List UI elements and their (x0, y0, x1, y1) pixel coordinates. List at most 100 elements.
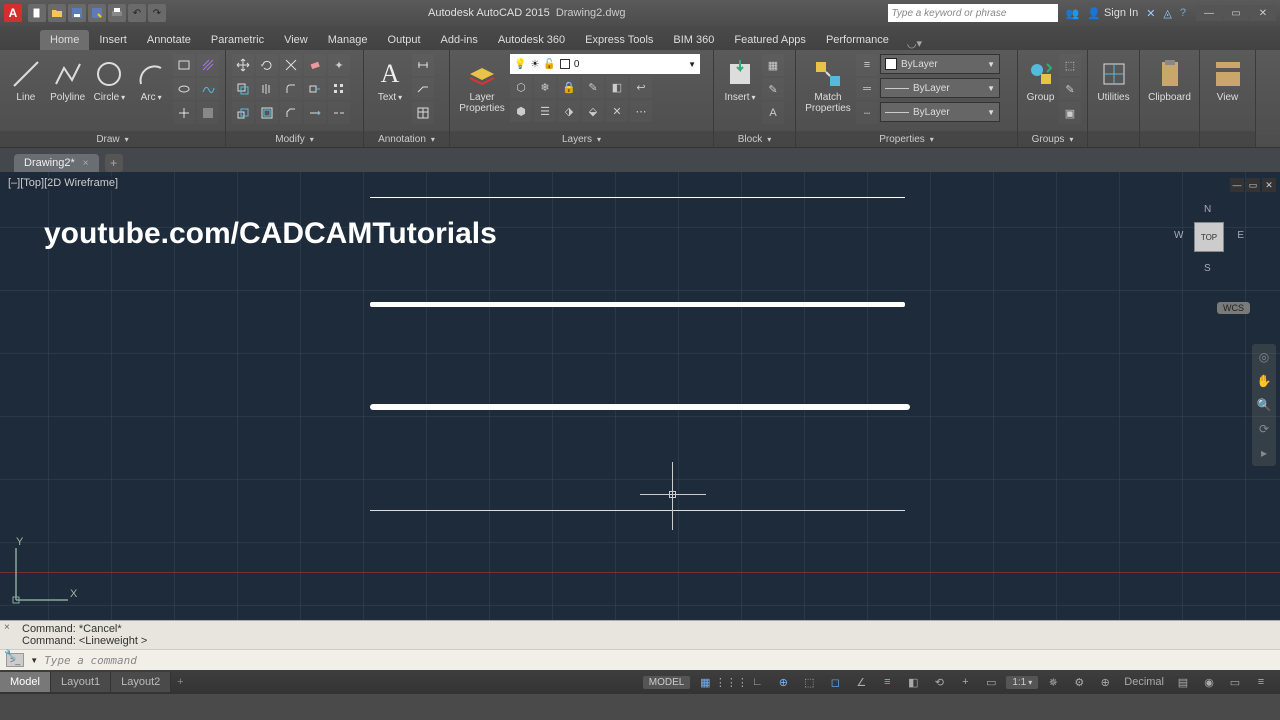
group-edit-icon[interactable]: ✎ (1059, 78, 1081, 100)
tab-manage[interactable]: Manage (318, 30, 378, 50)
tab-featuredapps[interactable]: Featured Apps (724, 30, 816, 50)
explode-icon[interactable]: ✦ (328, 54, 350, 76)
panel-title-modify[interactable]: Modify (226, 131, 363, 147)
view-button[interactable]: View (1206, 54, 1249, 103)
viewcube[interactable]: N S E W TOP (1174, 202, 1244, 272)
insert-button[interactable]: Insert (720, 54, 760, 103)
layer-walk-icon[interactable]: ☰ (534, 100, 556, 122)
plot-icon[interactable] (108, 4, 126, 22)
exchange-icon[interactable]: ✕ (1146, 7, 1155, 20)
linear-dim-icon[interactable] (412, 54, 434, 76)
viewcube-n[interactable]: N (1204, 204, 1211, 215)
hatch-icon[interactable] (197, 54, 219, 76)
panel-title-block[interactable]: Block (714, 131, 795, 147)
linetype-dropdown[interactable]: ByLayer▼ (880, 102, 1000, 122)
workspace-icon[interactable]: ⚙ (1068, 673, 1090, 691)
orbit-icon[interactable]: ⟳ (1255, 420, 1273, 438)
infocenter-icon[interactable]: 👥 (1066, 7, 1080, 20)
isolate-icon[interactable]: ◉ (1198, 673, 1220, 691)
circle-button[interactable]: Circle (90, 54, 130, 103)
utilities-button[interactable]: Utilities (1094, 54, 1133, 103)
wcs-badge[interactable]: WCS (1217, 302, 1250, 314)
lineweight-dropdown[interactable]: ByLayer▼ (880, 78, 1000, 98)
command-input[interactable]: Type a command (44, 654, 1274, 667)
redo-icon[interactable]: ↷ (148, 4, 166, 22)
layer-off-icon[interactable]: ⬡ (510, 76, 532, 98)
tab-performance[interactable]: Performance (816, 30, 899, 50)
fillet-icon[interactable] (280, 78, 302, 100)
signin-button[interactable]: 👤 Sign In (1087, 7, 1138, 20)
layer-freeze-icon[interactable]: ❄ (534, 76, 556, 98)
new-tab-button[interactable]: + (105, 154, 123, 172)
break-icon[interactable] (328, 102, 350, 124)
panel-title-groups[interactable]: Groups (1018, 131, 1087, 147)
polar-icon[interactable]: ⊕ (772, 673, 794, 691)
tab-addins[interactable]: Add-ins (431, 30, 488, 50)
minimize-button[interactable]: — (1196, 5, 1222, 21)
pan-icon[interactable]: ✋ (1255, 372, 1273, 390)
viewport-label[interactable]: [–][Top][2D Wireframe] (6, 176, 120, 190)
panel-title-layers[interactable]: Layers (450, 131, 713, 147)
hardware-icon[interactable]: ▤ (1172, 673, 1194, 691)
cmd-close-icon[interactable]: × (4, 622, 10, 633)
layout1-tab[interactable]: Layout1 (51, 672, 111, 692)
trim-icon[interactable] (280, 54, 302, 76)
spline-icon[interactable] (197, 78, 219, 100)
scale-icon[interactable] (232, 102, 254, 124)
panel-title-draw[interactable]: Draw (0, 131, 225, 147)
close-tab-icon[interactable]: × (83, 158, 89, 169)
clipboard-button[interactable]: Clipboard (1146, 54, 1193, 103)
create-block-icon[interactable]: ▦ (762, 54, 784, 76)
viewcube-w[interactable]: W (1174, 230, 1183, 241)
table-icon[interactable] (412, 102, 434, 124)
vp-maximize-icon[interactable]: ▭ (1246, 178, 1260, 192)
copy-icon[interactable] (232, 78, 254, 100)
tab-output[interactable]: Output (378, 30, 431, 50)
close-button[interactable]: ✕ (1250, 5, 1276, 21)
ortho-icon[interactable]: ∟ (746, 673, 768, 691)
mirror-icon[interactable] (256, 78, 278, 100)
tab-insert[interactable]: Insert (89, 30, 137, 50)
annomonitor-icon[interactable]: ⊕ (1094, 673, 1116, 691)
ungroup-icon[interactable]: ⬚ (1059, 54, 1081, 76)
dyn-input-icon[interactable]: + (954, 673, 976, 691)
tab-annotate[interactable]: Annotate (137, 30, 201, 50)
undo-icon[interactable]: ↶ (128, 4, 146, 22)
array-icon[interactable] (328, 78, 350, 100)
panel-title-annotation[interactable]: Annotation (364, 131, 449, 147)
region-icon[interactable] (197, 102, 219, 124)
erase-icon[interactable] (304, 54, 326, 76)
cleanscreen-icon[interactable]: ▭ (1224, 673, 1246, 691)
rectangle-icon[interactable] (173, 54, 195, 76)
otrack-icon[interactable]: ∠ (850, 673, 872, 691)
vp-close-icon[interactable]: ✕ (1262, 178, 1276, 192)
cycling-icon[interactable]: ⟲ (928, 673, 950, 691)
ribbon-collapse-icon[interactable]: ◡▾ (907, 37, 922, 50)
edit-block-icon[interactable]: ✎ (762, 78, 784, 100)
group-button[interactable]: Group (1024, 54, 1057, 103)
viewcube-face[interactable]: TOP (1194, 222, 1224, 252)
qprops-icon[interactable]: ▭ (980, 673, 1002, 691)
annoscale-icon[interactable]: ✵ (1042, 673, 1064, 691)
tab-home[interactable]: Home (40, 30, 89, 50)
layer-properties-button[interactable]: Layer Properties (456, 54, 508, 114)
offset-icon[interactable] (256, 102, 278, 124)
viewcube-e[interactable]: E (1237, 230, 1244, 241)
layer-state-icon[interactable]: ⬗ (558, 100, 580, 122)
scale-display[interactable]: 1:1 (1006, 676, 1038, 689)
add-layout-button[interactable]: + (171, 673, 189, 691)
arc-button[interactable]: Arc (131, 54, 171, 103)
leader-icon[interactable] (412, 78, 434, 100)
cmd-wrench-icon[interactable]: 🔧 (4, 650, 16, 661)
isodraft-icon[interactable]: ⬚ (798, 673, 820, 691)
color-dropdown[interactable]: ByLayer▼ (880, 54, 1000, 74)
stretch-icon[interactable] (304, 78, 326, 100)
model-tab[interactable]: Model (0, 672, 51, 692)
text-button[interactable]: AText (370, 54, 410, 103)
vp-minimize-icon[interactable]: — (1230, 178, 1244, 192)
polyline-button[interactable]: Polyline (48, 54, 88, 103)
tab-autodesk360[interactable]: Autodesk 360 (488, 30, 575, 50)
panel-title-properties[interactable]: Properties (796, 131, 1017, 147)
app-icon[interactable]: A (4, 4, 22, 22)
prop-lw-icon[interactable]: ═ (856, 78, 878, 100)
